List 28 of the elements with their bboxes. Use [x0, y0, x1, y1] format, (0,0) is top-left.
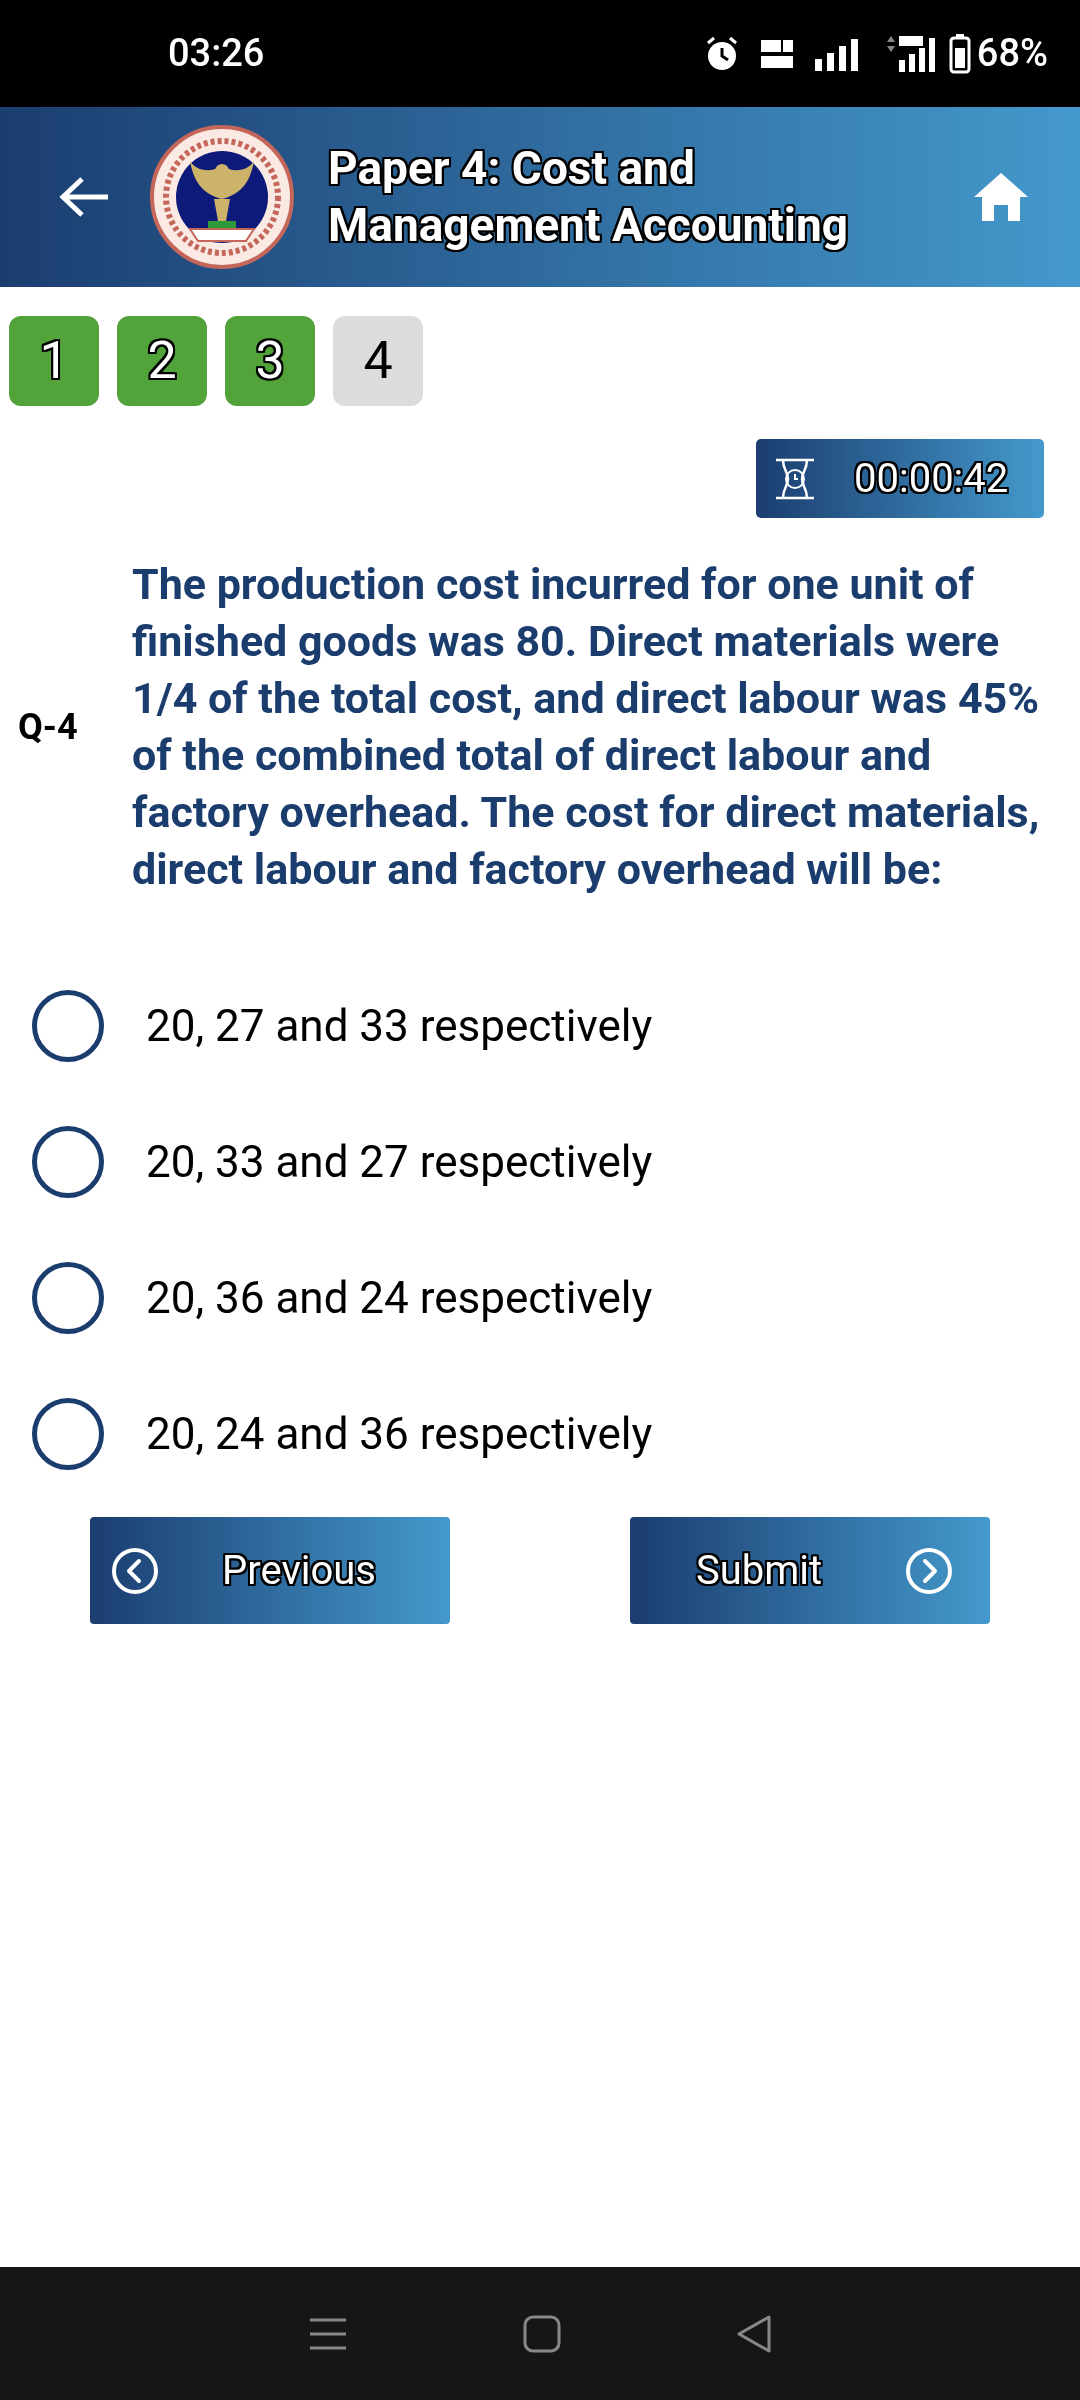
signal-icon	[814, 36, 859, 71]
emblem-logo-icon	[150, 125, 294, 269]
battery-percent: 68%	[976, 30, 1048, 77]
submit-button[interactable]: Submit	[630, 1517, 990, 1624]
timer-text: 00:00:42	[854, 453, 1009, 504]
alarm-icon	[704, 35, 739, 72]
hourglass-clock-icon	[774, 457, 816, 500]
chevron-left-icon	[110, 1545, 160, 1596]
radio-button[interactable]	[32, 1398, 104, 1470]
question-number-tab[interactable]: 4	[333, 316, 423, 406]
page-title: Paper 4: Cost and Management Accounting	[328, 140, 850, 254]
radio-button[interactable]	[32, 1262, 104, 1334]
answer-option[interactable]: 20, 36 and 24 respectively	[32, 1230, 1080, 1366]
home-square-icon[interactable]	[523, 2314, 561, 2353]
chevron-right-icon	[904, 1545, 955, 1596]
back-triangle-icon[interactable]	[736, 2314, 773, 2353]
previous-button[interactable]: Previous	[90, 1517, 450, 1624]
back-arrow-icon[interactable]	[58, 175, 110, 219]
question-text: The production cost incurred for one unit of finished goods was 80. Direct materials were 1/4 of the total cost, and direct labour was 45% of the combined total of direct labour and factory overhead. The cost for direct materials, direct labour and factory overhead will be:	[132, 558, 1041, 896]
radio-button[interactable]	[32, 1126, 104, 1198]
answer-option[interactable]: 20, 33 and 27 respectively	[32, 1094, 1080, 1230]
status-time: 03:26	[168, 30, 265, 77]
question-number: Q-4	[18, 705, 79, 750]
answer-option[interactable]: 20, 27 and 33 respectively	[32, 958, 1080, 1094]
answer-option[interactable]: 20, 24 and 36 respectively	[32, 1366, 1080, 1502]
radio-button[interactable]	[32, 990, 104, 1062]
home-icon[interactable]	[972, 171, 1030, 223]
battery-icon	[948, 33, 971, 74]
